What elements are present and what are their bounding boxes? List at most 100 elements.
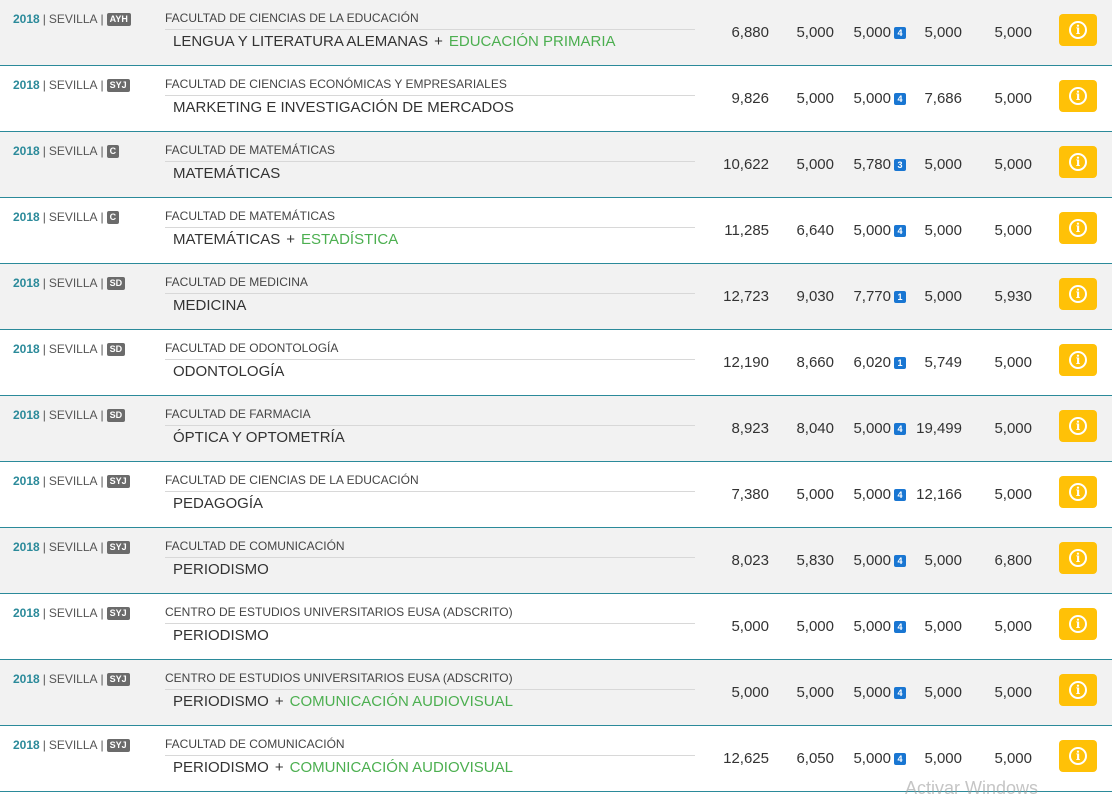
rank-badge: 1 (894, 291, 906, 303)
degree-primary: PERIODISMO (173, 627, 269, 644)
city-label: SEVILLA (48, 12, 98, 26)
info-button[interactable]: i (1059, 476, 1097, 508)
meta-separator: | (42, 210, 46, 224)
meta-separator: | (42, 738, 46, 752)
degree-name: PERIODISMO (173, 561, 269, 578)
meta-separator: | (100, 78, 104, 92)
degree-secondary: COMUNICACIÓN AUDIOVISUAL (289, 693, 513, 710)
grade-col-3-value: 5,000 (853, 618, 891, 635)
city-label: SEVILLA (48, 474, 98, 488)
branch-badge: SYJ (106, 739, 130, 752)
degree-name: LENGUA Y LITERATURA ALEMANAS + EDUCACIÓN P… (173, 33, 616, 50)
grade-col-3-value: 5,000 (853, 486, 891, 503)
info-icon: i (1069, 615, 1087, 633)
info-button[interactable]: i (1059, 674, 1097, 706)
degree-name: PERIODISMO (173, 627, 269, 644)
grade-col-3: 5,000 4 (853, 24, 906, 41)
year-label: 2018 (13, 738, 40, 752)
grade-col-2: 6,050 (796, 750, 834, 767)
info-button[interactable]: i (1059, 608, 1097, 640)
branch-badge: C (106, 211, 120, 224)
grade-col-3: 5,000 4 (853, 90, 906, 107)
info-button[interactable]: i (1059, 14, 1097, 46)
city-label: SEVILLA (48, 210, 98, 224)
branch-badge: AYH (106, 13, 131, 26)
table-row: 2018 | SEVILLA | SD FACULTAD DE MEDICINA MED… (0, 264, 1112, 330)
city-label: SEVILLA (48, 276, 98, 290)
grade-col-1: 5,000 (731, 684, 769, 701)
grade-col-3-value: 5,000 (853, 24, 891, 41)
year-label: 2018 (13, 144, 40, 158)
grade-col-3-value: 5,000 (853, 750, 891, 767)
info-button[interactable]: i (1059, 410, 1097, 442)
grade-col-5: 5,000 (994, 156, 1032, 173)
faculty-name: FACULTAD DE COMUNICACIÓN (165, 737, 695, 756)
info-icon: i (1069, 549, 1087, 567)
row-meta: 2018 | SEVILLA | SYJ (13, 738, 130, 752)
grade-col-4: 19,499 (916, 420, 962, 437)
row-meta: 2018 | SEVILLA | SYJ (13, 540, 130, 554)
meta-separator: | (42, 276, 46, 290)
city-label: SEVILLA (48, 144, 98, 158)
city-label: SEVILLA (48, 78, 98, 92)
meta-separator: | (42, 540, 46, 554)
info-button[interactable]: i (1059, 740, 1097, 772)
degree-secondary: EDUCACIÓN PRIMARIA (448, 33, 616, 50)
info-icon: i (1069, 747, 1087, 765)
info-button[interactable]: i (1059, 146, 1097, 178)
degree-name: PERIODISMO + COMUNICACIÓN AUDIOVISUAL (173, 693, 513, 710)
grade-col-5: 5,000 (994, 24, 1032, 41)
degree-name: ÓPTICA Y OPTOMETRÍA (173, 429, 345, 446)
grade-col-1: 12,190 (723, 354, 769, 371)
degree-primary: MATEMÁTICAS (173, 165, 281, 182)
branch-badge: SYJ (106, 673, 130, 686)
grade-col-4: 7,686 (924, 90, 962, 107)
grade-col-4: 5,000 (924, 750, 962, 767)
meta-separator: | (100, 408, 104, 422)
grade-col-2: 5,000 (796, 90, 834, 107)
grade-col-1: 5,000 (731, 618, 769, 635)
grade-col-2: 5,000 (796, 156, 834, 173)
faculty-name: FACULTAD DE COMUNICACIÓN (165, 539, 695, 558)
grade-col-1: 8,023 (731, 552, 769, 569)
grade-col-3: 5,000 4 (853, 618, 906, 635)
grade-col-1: 11,285 (724, 222, 769, 239)
degree-primary: ÓPTICA Y OPTOMETRÍA (173, 429, 345, 446)
info-button[interactable]: i (1059, 344, 1097, 376)
grade-col-2: 8,660 (796, 354, 834, 371)
info-button[interactable]: i (1059, 542, 1097, 574)
table-row: 2018 | SEVILLA | SD FACULTAD DE ODONTOLOGÍA … (0, 330, 1112, 396)
info-button[interactable]: i (1059, 80, 1097, 112)
rank-badge: 4 (894, 489, 906, 501)
info-button[interactable]: i (1059, 278, 1097, 310)
degree-name: PERIODISMO + COMUNICACIÓN AUDIOVISUAL (173, 759, 513, 776)
meta-separator: | (100, 540, 104, 554)
meta-separator: | (42, 12, 46, 26)
degree-primary: PERIODISMO (173, 759, 269, 776)
info-icon: i (1069, 219, 1087, 237)
meta-separator: | (100, 342, 104, 356)
row-meta: 2018 | SEVILLA | SYJ (13, 474, 130, 488)
grade-col-5: 5,000 (994, 90, 1032, 107)
faculty-name: FACULTAD DE MEDICINA (165, 275, 695, 294)
grade-col-3: 7,770 1 (853, 288, 906, 305)
row-meta: 2018 | SEVILLA | AYH (13, 12, 131, 26)
degree-name: PEDAGOGÍA (173, 495, 263, 512)
table-row: 2018 | SEVILLA | C FACULTAD DE MATEMÁTICAS M… (0, 198, 1112, 264)
degree-plus: + (274, 759, 284, 776)
grade-col-3-value: 5,000 (853, 90, 891, 107)
branch-badge: SD (106, 409, 126, 422)
info-icon: i (1069, 417, 1087, 435)
branch-badge: SYJ (106, 79, 130, 92)
grade-col-3: 5,780 3 (853, 156, 906, 173)
branch-badge: SD (106, 277, 126, 290)
grade-col-3: 5,000 4 (853, 420, 906, 437)
degree-name: ODONTOLOGÍA (173, 363, 284, 380)
year-label: 2018 (13, 342, 40, 356)
grade-col-4: 5,000 (924, 156, 962, 173)
info-button[interactable]: i (1059, 212, 1097, 244)
row-meta: 2018 | SEVILLA | C (13, 210, 120, 224)
grade-col-1: 10,622 (723, 156, 769, 173)
grade-col-3-value: 5,000 (853, 552, 891, 569)
year-label: 2018 (13, 276, 40, 290)
